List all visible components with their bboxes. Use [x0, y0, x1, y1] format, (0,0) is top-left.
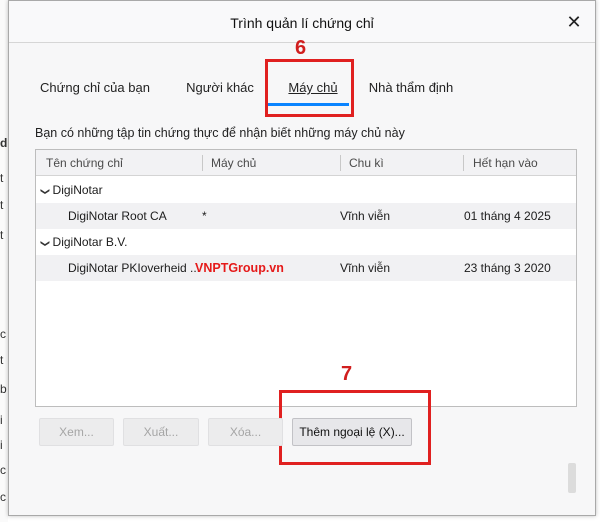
- group-label-container: ❯ DigiNotar B.V.: [39, 235, 128, 249]
- cert-server: *: [202, 209, 207, 223]
- close-icon[interactable]: ✕: [563, 11, 585, 33]
- server-certificates-table[interactable]: Tên chứng chỉ Máy chủ Chu kì Hết hạn vào…: [35, 149, 577, 407]
- tab-label: Chứng chỉ của bạn: [40, 80, 150, 95]
- background-text: i: [0, 438, 3, 452]
- group-label-container: ❯ DigiNotar: [39, 183, 103, 197]
- column-divider: [340, 155, 341, 171]
- tab-your-certificates[interactable]: Chứng chỉ của bạn: [35, 71, 155, 107]
- table-row[interactable]: DigiNotar Root CA * Vĩnh viễn 01 tháng 4…: [36, 203, 576, 229]
- tree-group-row[interactable]: ❯ DigiNotar: [36, 177, 576, 203]
- table-header: Tên chứng chỉ Máy chủ Chu kì Hết hạn vào: [36, 150, 576, 176]
- background-text: c: [0, 327, 6, 341]
- chevron-down-icon[interactable]: ❯: [39, 240, 50, 248]
- column-divider: [463, 155, 464, 171]
- dialog-title: Trình quản lí chứng chỉ: [230, 15, 374, 31]
- background-text: t: [0, 353, 4, 367]
- tab-people[interactable]: Người khác: [175, 71, 265, 107]
- watermark-text: VNPTGroup.vn: [195, 261, 284, 275]
- chevron-down-icon[interactable]: ❯: [39, 188, 50, 196]
- scrollbar-thumb[interactable]: [568, 463, 576, 493]
- background-text: t: [0, 228, 4, 242]
- tab-highlight-box: [265, 59, 354, 117]
- cert-expires: 01 tháng 4 2025: [464, 209, 551, 223]
- group-name: DigiNotar: [52, 183, 103, 197]
- servers-description: Bạn có những tập tin chứng thực để nhận …: [35, 126, 405, 140]
- background-text: t: [0, 198, 4, 212]
- tab-authorities[interactable]: Nhà thẩm định: [361, 71, 461, 107]
- cert-name: DigiNotar Root CA: [68, 209, 167, 223]
- tab-label: Nhà thẩm định: [368, 80, 454, 95]
- column-header-expires[interactable]: Hết hạn vào: [473, 156, 538, 170]
- column-header-lifetime[interactable]: Chu kì: [349, 156, 384, 170]
- view-button[interactable]: Xem...: [39, 418, 114, 446]
- column-header-server[interactable]: Máy chủ: [211, 156, 256, 170]
- cert-lifetime: Vĩnh viễn: [340, 209, 391, 223]
- cert-name: DigiNotar PKIoverheid ...: [68, 261, 201, 275]
- background-text: b: [0, 382, 7, 396]
- export-button[interactable]: Xuất...: [123, 418, 199, 446]
- tree-group-row[interactable]: ❯ DigiNotar B.V.: [36, 229, 576, 255]
- tab-label: Người khác: [186, 80, 254, 95]
- step-6-annotation: 6: [295, 37, 307, 59]
- table-row[interactable]: DigiNotar PKIoverheid ... Vĩnh viễn 23 t…: [36, 255, 576, 281]
- delete-button[interactable]: Xóa...: [208, 418, 283, 446]
- background-text: c: [0, 463, 6, 477]
- group-name: DigiNotar B.V.: [52, 235, 128, 249]
- add-exception-button[interactable]: Thêm ngoại lệ (X)...: [292, 418, 412, 446]
- cert-expires: 23 tháng 3 2020: [464, 261, 551, 275]
- column-header-name[interactable]: Tên chứng chỉ: [46, 156, 123, 170]
- background-text: d: [0, 136, 8, 150]
- certificate-manager-dialog: Trình quản lí chứng chỉ ✕ Chứng chỉ của …: [8, 0, 596, 516]
- background-text: c: [0, 490, 6, 504]
- step-7-annotation: 7: [341, 363, 353, 385]
- background-text: i: [0, 413, 3, 427]
- column-divider: [202, 155, 203, 171]
- cert-lifetime: Vĩnh viễn: [340, 261, 391, 275]
- background-text: t: [0, 171, 4, 185]
